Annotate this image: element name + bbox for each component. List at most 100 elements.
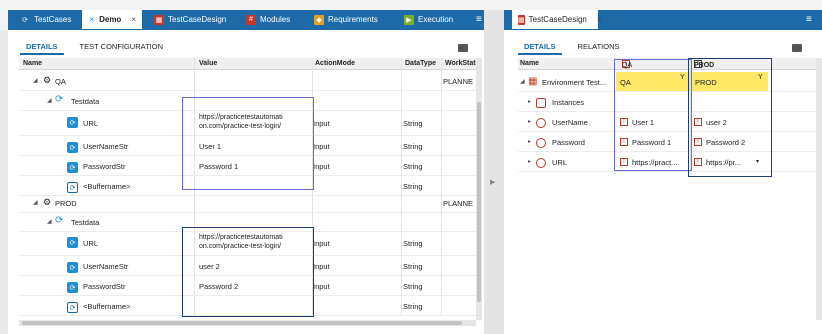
close-icon[interactable]: × [131, 15, 136, 24]
print-icon[interactable] [458, 44, 468, 52]
expand-arrow-icon[interactable]: ▸ [528, 158, 531, 165]
buffer-icon: ⟳ [67, 302, 78, 313]
col-value[interactable]: Value [199, 60, 217, 67]
row-state: PLANNE [443, 199, 474, 208]
expand-arrow-icon[interactable]: ◢ [47, 97, 52, 104]
prod-values-highlight [182, 227, 314, 317]
row-name: Password [552, 138, 585, 147]
tab-label: Modules [260, 15, 291, 24]
splitter-left-collapse[interactable] [0, 30, 8, 334]
row-type: String [403, 239, 423, 248]
expand-arrow-icon[interactable]: ◢ [47, 218, 52, 225]
tab-testcases[interactable]: ⟳ TestCases [14, 10, 77, 29]
row-state: PLANNE [443, 77, 474, 86]
refresh-icon: ⟳ [22, 16, 28, 24]
table-icon: ▦ [154, 14, 164, 25]
tab-test-configuration[interactable]: TEST CONFIGURATION [80, 42, 163, 55]
expand-arrow-icon[interactable]: ◢ [520, 78, 525, 85]
col-datatype[interactable]: DataType [405, 60, 436, 67]
table-icon: ▦ [518, 14, 525, 25]
tree-row-prod[interactable]: ◢ ⚙ PROD PLANNE [19, 193, 476, 213]
cycle-icon: ⟳ [55, 94, 64, 105]
tab-label: TestCases [34, 15, 72, 24]
buffer-icon: ⟳ [67, 182, 78, 193]
left-subtabs: DETAILS TEST CONFIGURATION [20, 42, 163, 55]
row-mode: Input [313, 282, 330, 291]
row-mode: Input [313, 119, 330, 128]
row-name: URL [83, 239, 99, 248]
prod-column-highlight [688, 58, 772, 177]
qa-column-highlight [614, 59, 692, 171]
overflow-glyph: ≡ [806, 14, 812, 25]
close-icon[interactable]: × [597, 15, 602, 24]
row-mode: Input [313, 162, 330, 171]
tree-row-qa[interactable]: ◢ ⚙ QA PLANNE [19, 71, 476, 91]
attribute-icon: ⟳ [67, 162, 78, 173]
row-type: String [403, 282, 423, 291]
row-name: Environment Test... [542, 78, 607, 87]
row-name: URL [83, 119, 99, 128]
expand-arrow-icon[interactable]: ◢ [33, 199, 38, 206]
attribute-icon: ⟳ [67, 282, 78, 293]
tab-overflow-icon[interactable]: ≡ [800, 10, 818, 29]
row-name: PasswordStr [83, 282, 126, 291]
expand-arrow-icon[interactable]: ▸ [528, 138, 531, 145]
row-name: UserNameStr [83, 262, 129, 271]
row-type: String [403, 162, 423, 171]
row-type: String [403, 262, 423, 271]
row-type: String [403, 182, 423, 191]
tab-demo[interactable]: ✕ Demo × [82, 10, 142, 29]
expand-arrow-icon[interactable]: ▸ [528, 118, 531, 125]
row-type: String [403, 302, 423, 311]
col-name[interactable]: Name [23, 60, 42, 67]
tab-testcasedesign[interactable]: ▦ TestCaseDesign [148, 10, 232, 29]
cycle-icon: ⟳ [55, 215, 64, 226]
config-icon: ⚙ [43, 75, 52, 85]
row-mode: Input [313, 142, 330, 151]
tab-details[interactable]: DETAILS [518, 42, 561, 55]
scrollbar-thumb[interactable] [477, 102, 481, 302]
row-type: String [403, 142, 423, 151]
splitter-arrow-icon[interactable]: ▶ [490, 178, 495, 186]
config-icon: ⚙ [43, 197, 52, 207]
module-icon: # [246, 14, 256, 25]
requirement-icon: ◆ [314, 14, 324, 25]
col-workstate[interactable]: WorkState [445, 60, 480, 67]
row-mode: Input [313, 262, 330, 271]
pane-splitter[interactable] [484, 10, 504, 334]
tab-execution[interactable]: ▶ Execution [398, 10, 459, 29]
attribute-icon: ⟳ [67, 262, 78, 273]
row-name: URL [552, 158, 568, 167]
vertical-scrollbar[interactable] [816, 58, 822, 320]
expand-arrow-icon[interactable]: ◢ [33, 77, 38, 84]
row-name: Instances [552, 98, 585, 107]
tab-modules[interactable]: # Modules [240, 10, 296, 29]
col-name[interactable]: Name [520, 60, 539, 67]
row-name: PROD [55, 199, 77, 208]
attribute-icon: ⟳ [67, 142, 78, 153]
row-name: <Buffername> [83, 182, 131, 191]
row-name: <Buffername> [83, 302, 131, 311]
tab-relations[interactable]: RELATIONS [578, 42, 620, 55]
instance-icon [536, 98, 546, 108]
left-table-header: Name Value ActionMode DataType WorkState [19, 58, 480, 70]
attribute-icon: ⟳ [67, 237, 78, 248]
row-name: UserName [552, 118, 588, 127]
table-icon: ▦ [528, 76, 538, 87]
execution-icon: ▶ [404, 14, 414, 25]
expand-arrow-icon[interactable]: ▸ [528, 98, 531, 105]
test-icon: ✕ [88, 16, 95, 24]
row-type: String [403, 119, 423, 128]
tab-details[interactable]: DETAILS [20, 42, 63, 55]
attribute-icon: ⟳ [67, 117, 78, 128]
print-icon[interactable] [792, 44, 802, 52]
tab-requirements[interactable]: ◆ Requirements [308, 10, 384, 29]
col-actionmode[interactable]: ActionMode [315, 60, 355, 67]
tab-testcasedesign-right[interactable]: ▦ TestCaseDesign × [512, 10, 602, 29]
overflow-glyph: ≡ [476, 14, 482, 25]
attribute-icon [536, 118, 546, 128]
attribute-icon [536, 158, 546, 168]
scrollbar-thumb[interactable] [22, 321, 462, 325]
tab-label: Demo [99, 15, 122, 24]
row-name: Testdata [71, 218, 100, 227]
